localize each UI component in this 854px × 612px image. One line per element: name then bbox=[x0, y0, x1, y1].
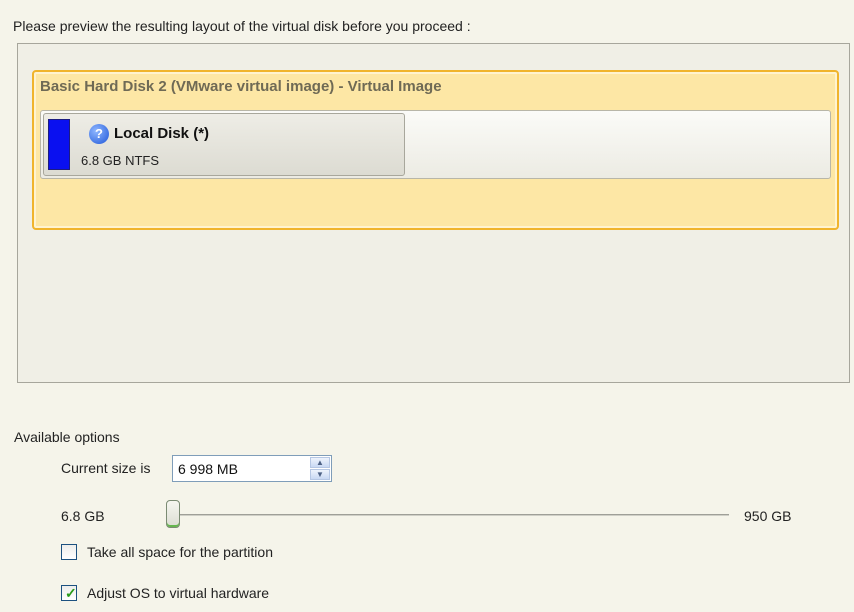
disk-title: Basic Hard Disk 2 (VMware virtual image)… bbox=[40, 78, 442, 95]
disk-layout-preview: Basic Hard Disk 2 (VMware virtual image)… bbox=[17, 43, 850, 383]
size-slider-thumb[interactable] bbox=[166, 500, 180, 528]
available-options-label: Available options bbox=[14, 429, 120, 445]
current-size-input[interactable] bbox=[173, 456, 309, 481]
current-size-spinbox[interactable]: ▲ ▼ bbox=[172, 455, 332, 482]
partition-size: 6.8 GB NTFS bbox=[81, 153, 160, 168]
adjust-os-option[interactable]: ✓ Adjust OS to virtual hardware bbox=[61, 584, 269, 602]
adjust-os-label[interactable]: Adjust OS to virtual hardware bbox=[87, 585, 269, 601]
partition-local-disk[interactable]: ? Local Disk (*) 6.8 GB NTFS bbox=[43, 113, 405, 176]
checkmark-icon: ✓ bbox=[65, 585, 77, 601]
current-size-label: Current size is bbox=[61, 460, 151, 476]
help-icon: ? bbox=[89, 124, 109, 144]
spin-up-icon[interactable]: ▲ bbox=[310, 457, 330, 468]
virtual-disk-box[interactable]: Basic Hard Disk 2 (VMware virtual image)… bbox=[32, 70, 839, 230]
take-all-space-checkbox[interactable] bbox=[61, 544, 77, 560]
size-spinner[interactable]: ▲ ▼ bbox=[310, 457, 330, 480]
slider-max-label: 950 GB bbox=[744, 508, 792, 524]
size-slider-track[interactable] bbox=[172, 514, 729, 516]
spin-down-icon[interactable]: ▼ bbox=[310, 469, 330, 480]
instruction-text: Please preview the resulting layout of t… bbox=[13, 18, 471, 34]
adjust-os-checkbox[interactable]: ✓ bbox=[61, 585, 77, 601]
slider-min-label: 6.8 GB bbox=[61, 508, 105, 524]
partition-strip: ? Local Disk (*) 6.8 GB NTFS bbox=[40, 110, 831, 179]
partition-name: Local Disk (*) bbox=[114, 125, 210, 142]
take-all-space-option[interactable]: Take all space for the partition bbox=[61, 543, 273, 561]
partition-color-swatch bbox=[48, 119, 70, 170]
take-all-space-label[interactable]: Take all space for the partition bbox=[87, 544, 273, 560]
